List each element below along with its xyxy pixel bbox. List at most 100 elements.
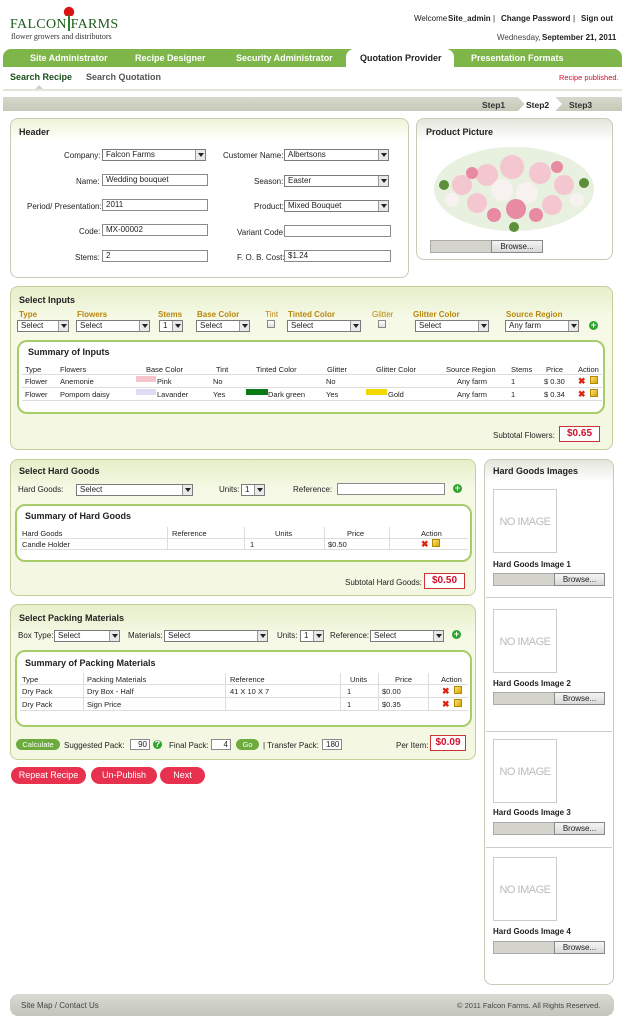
glitter-checkbox[interactable] bbox=[378, 320, 386, 328]
sign-out-link[interactable]: Sign out bbox=[581, 14, 613, 23]
add-input-icon[interactable]: + bbox=[589, 321, 598, 330]
hard-goods-image-3-browse[interactable]: Browse... bbox=[554, 822, 605, 835]
logo[interactable]: FALCON FARMS flower growers and distribu… bbox=[10, 6, 130, 44]
edit-icon[interactable] bbox=[454, 699, 462, 707]
edit-icon[interactable] bbox=[454, 686, 462, 694]
final-pack-input[interactable]: 4 bbox=[211, 739, 231, 750]
cell-type: Flower bbox=[25, 377, 48, 386]
tinted-color-swatch bbox=[246, 389, 268, 395]
add-hard-good-icon[interactable]: + bbox=[453, 484, 462, 493]
hard-goods-image-1-browse[interactable]: Browse... bbox=[554, 573, 605, 586]
base-color-select[interactable]: Select bbox=[196, 320, 250, 332]
col-divider bbox=[244, 527, 245, 549]
tab-presentation-formats[interactable]: Presentation Formats bbox=[471, 53, 564, 63]
nav-separator-2: | bbox=[573, 14, 576, 23]
hg-reference-input[interactable] bbox=[337, 483, 445, 495]
product-picture-browse-button[interactable]: Browse... bbox=[491, 240, 543, 253]
flowers-select[interactable]: Select bbox=[76, 320, 150, 332]
delete-icon[interactable]: ✖ bbox=[578, 390, 586, 399]
code-input[interactable]: MX-00002 bbox=[102, 224, 208, 236]
tab-security-administrator[interactable]: Security Administrator bbox=[236, 53, 333, 63]
glitter-color-select[interactable]: Select bbox=[415, 320, 489, 332]
date-weekday: Wednesday, bbox=[497, 33, 541, 42]
period-input[interactable]: 2011 bbox=[102, 199, 208, 211]
edit-icon[interactable] bbox=[590, 389, 598, 397]
hard-goods-title: Select Hard Goods bbox=[19, 466, 100, 476]
hard-goods-select[interactable]: Select bbox=[76, 484, 193, 496]
hard-goods-image-3-field[interactable] bbox=[493, 822, 555, 835]
cell-source: Any farm bbox=[457, 377, 488, 386]
tab-recipe-designer[interactable]: Recipe Designer bbox=[135, 53, 206, 63]
transfer-pack-input[interactable]: 180 bbox=[322, 739, 342, 750]
edit-icon[interactable] bbox=[432, 539, 440, 547]
col-hard-goods: Hard Goods bbox=[22, 529, 63, 538]
apply-suggested-icon[interactable]: ? bbox=[153, 740, 162, 749]
go-button[interactable]: Go bbox=[236, 739, 259, 750]
unpublish-button[interactable]: Un-Publish bbox=[91, 767, 157, 784]
col-stems: Stems bbox=[511, 365, 533, 374]
season-select[interactable]: Easter bbox=[284, 175, 389, 187]
delete-icon[interactable]: ✖ bbox=[442, 700, 450, 709]
name-label: Name: bbox=[76, 177, 100, 186]
tab-quotation-provider[interactable]: Quotation Provider bbox=[360, 53, 442, 63]
hard-goods-image-2: NO IMAGE bbox=[493, 609, 557, 673]
col-flowers: Flowers bbox=[60, 365, 87, 374]
tinted-color-select[interactable]: Select bbox=[287, 320, 361, 332]
subtotal-flowers-value: $0.65 bbox=[559, 426, 600, 442]
hard-goods-image-2-browse[interactable]: Browse... bbox=[554, 692, 605, 705]
delete-icon[interactable]: ✖ bbox=[578, 377, 586, 386]
hard-goods-image-1-field[interactable] bbox=[493, 573, 555, 586]
source-region-label: Source Region bbox=[506, 310, 563, 319]
add-packing-icon[interactable]: + bbox=[452, 630, 461, 639]
type-select[interactable]: Select bbox=[17, 320, 69, 332]
type-label: Type bbox=[19, 310, 38, 319]
customer-select[interactable]: Albertsons bbox=[284, 149, 389, 161]
name-input[interactable]: Wedding bouquet bbox=[102, 174, 208, 186]
step3[interactable]: Step3 bbox=[569, 100, 592, 110]
col-reference: Reference bbox=[230, 675, 265, 684]
fob-input[interactable]: $1.24 bbox=[284, 250, 391, 262]
product-select[interactable]: Mixed Bouquet bbox=[284, 200, 389, 212]
change-password-link[interactable]: Change Password bbox=[501, 14, 570, 23]
footer-links[interactable]: Site Map / Contact Us bbox=[21, 1001, 99, 1010]
step2[interactable]: Step2 bbox=[526, 100, 549, 110]
next-button[interactable]: Next bbox=[160, 767, 205, 784]
stems-select[interactable]: 1 bbox=[159, 320, 183, 332]
tab-site-administrator[interactable]: Site Administrator bbox=[30, 53, 108, 63]
hg-reference-label: Reference: bbox=[293, 485, 333, 494]
step1[interactable]: Step1 bbox=[482, 100, 505, 110]
subtab-divider bbox=[3, 89, 622, 91]
nav-separator: | bbox=[493, 14, 496, 23]
hard-goods-image-4-browse[interactable]: Browse... bbox=[554, 941, 605, 954]
hard-goods-image-4-field[interactable] bbox=[493, 941, 555, 954]
suggested-pack-input[interactable]: 90 bbox=[130, 739, 150, 750]
hg-units-select[interactable]: 1 bbox=[241, 484, 265, 496]
edit-icon[interactable] bbox=[590, 376, 598, 384]
pm-reference-select[interactable]: Select bbox=[370, 630, 444, 642]
materials-select[interactable]: Select bbox=[164, 630, 268, 642]
pm-units-select[interactable]: 1 bbox=[300, 630, 324, 642]
hard-goods-image-2-field[interactable] bbox=[493, 692, 555, 705]
variant-input[interactable] bbox=[284, 225, 391, 237]
repeat-recipe-button[interactable]: Repeat Recipe bbox=[11, 767, 86, 784]
cell-type: Dry Pack bbox=[22, 687, 53, 696]
calculate-button[interactable]: Calculate bbox=[16, 739, 60, 750]
header-title: Header bbox=[19, 127, 50, 137]
subtab-search-recipe[interactable]: Search Recipe bbox=[10, 72, 72, 82]
source-region-select[interactable]: Any farm bbox=[505, 320, 579, 332]
row-divider bbox=[20, 549, 468, 550]
tint-checkbox[interactable] bbox=[267, 320, 275, 328]
product-picture-file-field[interactable] bbox=[430, 240, 492, 253]
col-divider bbox=[389, 527, 390, 549]
company-select[interactable]: Falcon Farms bbox=[102, 149, 206, 161]
hard-goods-images-title: Hard Goods Images bbox=[493, 466, 579, 476]
delete-icon[interactable]: ✖ bbox=[442, 687, 450, 696]
section-divider bbox=[486, 731, 612, 732]
chevron-down-icon bbox=[378, 150, 388, 160]
hg-units-label: Units: bbox=[219, 485, 240, 494]
variant-label: Variant Code: bbox=[237, 228, 286, 237]
subtab-search-quotation[interactable]: Search Quotation bbox=[86, 72, 161, 82]
stems-input[interactable]: 2 bbox=[102, 250, 208, 262]
delete-icon[interactable]: ✖ bbox=[421, 540, 429, 549]
box-type-select[interactable]: Select bbox=[54, 630, 120, 642]
